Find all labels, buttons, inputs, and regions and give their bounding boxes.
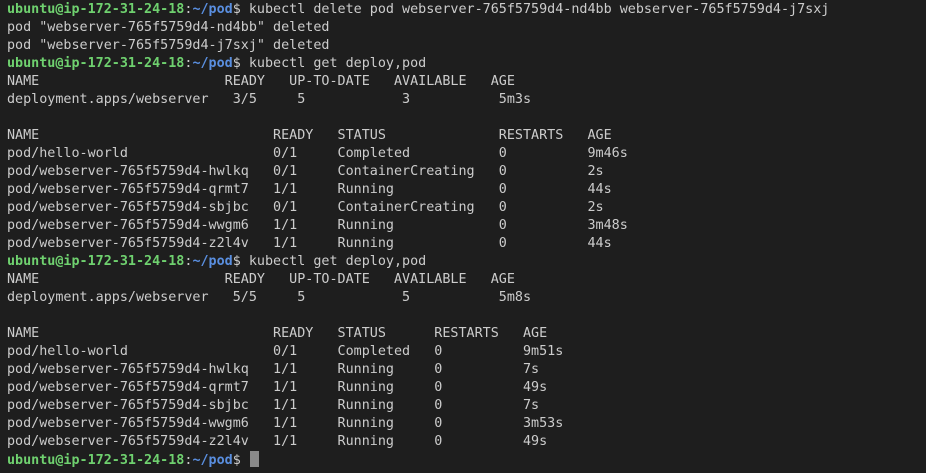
terminal-window[interactable]: ubuntu@ip-172-31-24-18:~/pod$ kubectl de… xyxy=(0,0,926,473)
output-line: pod/webserver-765f5759d4-z2l4v 1/1 Runni… xyxy=(7,236,612,251)
prompt-path: ~/pod xyxy=(192,2,233,17)
prompt-line: ubuntu@ip-172-31-24-18:~/pod$ kubectl ge… xyxy=(7,55,926,73)
prompt-sign: $ xyxy=(232,2,249,17)
command-text: kubectl delete pod webserver-765f5759d4-… xyxy=(248,2,830,17)
prompt-user-host: ubuntu@ip-172-31-24-18 xyxy=(7,56,185,71)
output-line: NAME READY UP-TO-DATE AVAILABLE AGE xyxy=(7,74,515,89)
prompt-line: ubuntu@ip-172-31-24-18:~/pod$ xyxy=(7,451,926,469)
output-line: pod "webserver-765f5759d4-j7sxj" deleted xyxy=(7,38,330,53)
prompt-sign: $ xyxy=(232,254,249,269)
output-line: pod/webserver-765f5759d4-qrmt7 1/1 Runni… xyxy=(7,380,548,395)
prompt-sign: $ xyxy=(232,453,249,468)
output-line: pod/webserver-765f5759d4-wwgm6 1/1 Runni… xyxy=(7,218,628,233)
output-line: pod/hello-world 0/1 Completed 0 9m51s xyxy=(7,344,564,359)
prompt-sign: $ xyxy=(232,56,249,71)
output-line: pod/hello-world 0/1 Completed 0 9m46s xyxy=(7,146,628,161)
prompt-path: ~/pod xyxy=(192,254,233,269)
prompt-path: ~/pod xyxy=(192,453,233,468)
output-line: pod/webserver-765f5759d4-hwlkq 0/1 Conta… xyxy=(7,164,604,179)
command-text: kubectl get deploy,pod xyxy=(248,56,427,71)
output-line: deployment.apps/webserver 5/5 5 5 5m8s xyxy=(7,290,532,305)
prompt-user-host: ubuntu@ip-172-31-24-18 xyxy=(7,2,185,17)
command-text: kubectl get deploy,pod xyxy=(248,254,427,269)
prompt-path: ~/pod xyxy=(192,56,233,71)
output-line: pod/webserver-765f5759d4-sbjbc 1/1 Runni… xyxy=(7,398,540,413)
output-line: pod/webserver-765f5759d4-z2l4v 1/1 Runni… xyxy=(7,434,548,449)
prompt-line: ubuntu@ip-172-31-24-18:~/pod$ kubectl de… xyxy=(7,1,926,19)
output-line: NAME READY STATUS RESTARTS AGE xyxy=(7,326,548,341)
prompt-line: ubuntu@ip-172-31-24-18:~/pod$ kubectl ge… xyxy=(7,253,926,271)
prompt-user-host: ubuntu@ip-172-31-24-18 xyxy=(7,453,185,468)
prompt-user-host: ubuntu@ip-172-31-24-18 xyxy=(7,254,185,269)
output-line: pod "webserver-765f5759d4-nd4bb" deleted xyxy=(7,20,330,35)
output-line: pod/webserver-765f5759d4-wwgm6 1/1 Runni… xyxy=(7,416,564,431)
output-line: pod/webserver-765f5759d4-qrmt7 1/1 Runni… xyxy=(7,182,612,197)
output-line: deployment.apps/webserver 3/5 5 3 5m3s xyxy=(7,92,532,107)
output-line: NAME READY STATUS RESTARTS AGE xyxy=(7,128,612,143)
cursor-block-icon[interactable] xyxy=(249,451,259,467)
output-line: pod/webserver-765f5759d4-hwlkq 1/1 Runni… xyxy=(7,362,540,377)
output-line: NAME READY UP-TO-DATE AVAILABLE AGE xyxy=(7,272,515,287)
terminal-output: ubuntu@ip-172-31-24-18:~/pod$ kubectl de… xyxy=(7,1,926,469)
output-line: pod/webserver-765f5759d4-sbjbc 0/1 Conta… xyxy=(7,200,604,215)
